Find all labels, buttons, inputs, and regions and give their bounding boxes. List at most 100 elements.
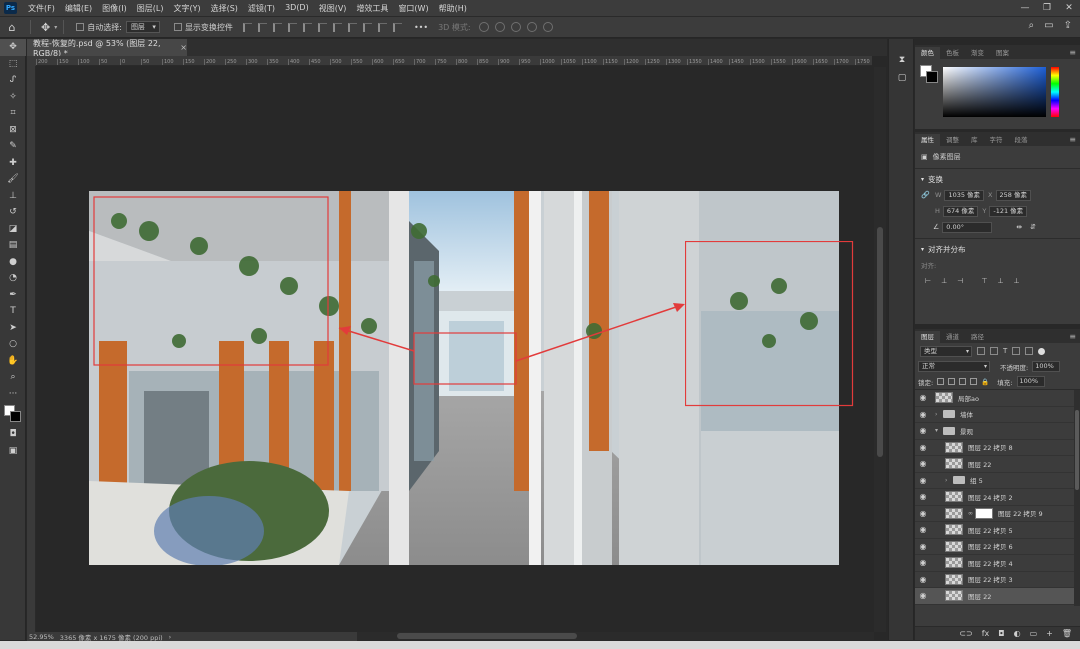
mask-icon[interactable]: ◘ bbox=[998, 629, 1004, 638]
layer-thumbnail[interactable] bbox=[945, 507, 963, 519]
flip-horizontal-icon[interactable]: ⇹ bbox=[1016, 223, 1022, 231]
color_panel-tab-3[interactable]: 图案 bbox=[990, 47, 1015, 59]
lock-position-icon[interactable] bbox=[959, 378, 967, 385]
distribute-middle-icon[interactable] bbox=[392, 22, 402, 32]
layers_panel-tab-0[interactable]: 图层 bbox=[915, 331, 940, 343]
more-options-button[interactable]: ••• bbox=[414, 23, 428, 32]
adjustment-icon[interactable]: ◐ bbox=[1014, 629, 1021, 638]
visibility-eye-icon[interactable]: ◉ bbox=[915, 459, 931, 468]
visibility-eye-icon[interactable]: ◉ bbox=[915, 525, 931, 534]
gradient-tool-icon[interactable]: ▤ bbox=[0, 237, 26, 254]
align-top-edges-icon[interactable]: ⊤ bbox=[981, 277, 987, 285]
distribute-left-icon[interactable] bbox=[332, 22, 342, 32]
lock-all-icon[interactable]: 🔒 bbox=[981, 378, 989, 386]
canvas-area[interactable] bbox=[37, 67, 872, 632]
status-arrow-icon[interactable]: › bbox=[169, 633, 172, 641]
align-left-edges-icon[interactable]: ⊢ bbox=[925, 277, 931, 285]
hand-tool-icon[interactable]: ✋ bbox=[0, 353, 26, 370]
close-window-button[interactable]: ✕ bbox=[1058, 0, 1080, 16]
workspace-icon[interactable]: ▭ bbox=[1044, 20, 1053, 31]
fill-field[interactable]: 100% bbox=[1016, 376, 1045, 387]
visibility-eye-icon[interactable]: ◉ bbox=[915, 558, 931, 567]
menu-item-8[interactable]: 视图(V) bbox=[314, 3, 352, 14]
filter-toggle-icon[interactable] bbox=[1038, 347, 1046, 355]
layer-row[interactable]: ◉ 图层 22 拷贝 8 bbox=[915, 440, 1080, 456]
visibility-eye-icon[interactable]: ◉ bbox=[915, 509, 931, 518]
new-layer-icon[interactable]: + bbox=[1046, 629, 1053, 638]
trash-icon[interactable]: 🗑 bbox=[1062, 629, 1072, 638]
search-icon[interactable]: ⌕ bbox=[1029, 20, 1035, 31]
type-tool-icon[interactable]: T bbox=[0, 303, 26, 320]
align-right-edges-icon[interactable]: ⊣ bbox=[957, 277, 963, 285]
vertical-scrollbar[interactable] bbox=[874, 67, 886, 632]
smart-object-thumbnail[interactable] bbox=[935, 392, 953, 404]
layer-thumbnail[interactable] bbox=[945, 540, 963, 552]
link-icon[interactable]: ⊂⊃ bbox=[959, 629, 972, 638]
zoom-tool-icon[interactable]: ⌕ bbox=[0, 369, 26, 386]
visibility-eye-icon[interactable]: ◉ bbox=[915, 443, 931, 452]
visibility-eye-icon[interactable]: ◉ bbox=[915, 393, 931, 402]
menu-item-10[interactable]: 窗口(W) bbox=[393, 3, 433, 14]
restore-button[interactable]: ❐ bbox=[1036, 0, 1058, 16]
pan-3d-icon[interactable] bbox=[510, 22, 521, 32]
menu-item-9[interactable]: 增效工具 bbox=[351, 3, 393, 14]
close-tab-icon[interactable]: × bbox=[180, 43, 187, 52]
panel-menu-icon[interactable]: ≡ bbox=[1069, 134, 1080, 146]
background-color-swatch[interactable] bbox=[10, 411, 21, 422]
dodge-tool-icon[interactable]: ◔ bbox=[0, 270, 26, 287]
zoom-level[interactable]: 52.95% bbox=[29, 633, 54, 641]
blur-tool-icon[interactable]: ● bbox=[0, 254, 26, 271]
filter-adjustment-icon[interactable] bbox=[990, 347, 998, 355]
align-bottom-edges-icon[interactable]: ⊥ bbox=[1014, 277, 1020, 285]
mask-link-icon[interactable]: ∞ bbox=[968, 510, 973, 517]
align-h-centers-icon[interactable]: ⊥ bbox=[941, 277, 947, 285]
group-icon[interactable]: ▭ bbox=[1030, 629, 1038, 638]
lock-transparent-icon[interactable] bbox=[937, 378, 945, 385]
layer-row[interactable]: ◉ › 墙体 bbox=[915, 407, 1080, 423]
chevron-right-icon[interactable]: › bbox=[945, 477, 953, 484]
color_panel-tab-0[interactable]: 颜色 bbox=[915, 47, 940, 59]
layer-thumbnail[interactable] bbox=[945, 573, 963, 585]
layer-thumbnail[interactable] bbox=[945, 441, 963, 453]
hue-slider[interactable] bbox=[1051, 67, 1059, 117]
roll-3d-icon[interactable] bbox=[494, 22, 505, 32]
color-field[interactable] bbox=[943, 67, 1046, 117]
link-proportions-icon[interactable]: 🔗 bbox=[921, 191, 935, 199]
marquee-tool-icon[interactable]: ⬚ bbox=[0, 56, 26, 73]
filter-pixel-icon[interactable] bbox=[977, 347, 985, 355]
properties_panel-tab-1[interactable]: 调整 bbox=[940, 134, 965, 146]
show-transform-checkbox[interactable] bbox=[173, 23, 182, 31]
pen-tool-icon[interactable]: ✒ bbox=[0, 287, 26, 304]
x-field[interactable]: 258 像素 bbox=[995, 189, 1031, 201]
ruler-corner[interactable] bbox=[27, 56, 36, 66]
panel-menu-icon[interactable]: ≡ bbox=[1069, 331, 1080, 343]
filter-type-icon[interactable]: T bbox=[1003, 347, 1007, 355]
align-middle-icon[interactable] bbox=[302, 22, 312, 32]
layer-row[interactable]: ◉ 图层 22 拷贝 6 bbox=[915, 539, 1080, 555]
shape-tool-icon[interactable]: ○ bbox=[0, 336, 26, 353]
share-icon[interactable]: ⇪ bbox=[1064, 20, 1072, 31]
height-field[interactable]: 674 像素 bbox=[942, 205, 979, 217]
layers_panel-tab-1[interactable]: 通道 bbox=[940, 331, 965, 343]
chevron-down-icon[interactable]: ▾ bbox=[935, 427, 943, 434]
layer-row[interactable]: ◉ 图层 22 bbox=[915, 456, 1080, 473]
eyedropper-tool-icon[interactable]: ✎ bbox=[0, 138, 26, 155]
align-v-centers-icon[interactable]: ⊥ bbox=[997, 277, 1003, 285]
chevron-down-icon[interactable]: ▾ bbox=[54, 24, 57, 31]
properties_panel-tab-0[interactable]: 属性 bbox=[915, 134, 940, 146]
align-bottom-icon[interactable] bbox=[317, 22, 327, 32]
vertical-ruler[interactable] bbox=[27, 66, 36, 632]
menu-item-6[interactable]: 滤镜(T) bbox=[243, 3, 280, 14]
layer-row[interactable]: ◉ 图层 22 拷贝 4 bbox=[915, 555, 1080, 572]
layer-row[interactable]: ◉ 图层 22 bbox=[915, 588, 1080, 605]
horizontal-ruler[interactable]: 200 150 100 50 0 50 100 150 200 250 300 350 400 450 50… bbox=[36, 56, 872, 66]
scale-3d-icon[interactable] bbox=[542, 22, 553, 32]
comments-panel-icon[interactable]: ▢ bbox=[889, 69, 915, 87]
layer-row[interactable]: ◉ 图层 22 拷贝 5 bbox=[915, 522, 1080, 539]
fx-icon[interactable]: fx bbox=[982, 629, 990, 638]
color-swatches[interactable] bbox=[0, 402, 26, 426]
transform-section[interactable]: ▾ 变换 bbox=[915, 172, 1080, 187]
layer-thumbnail[interactable] bbox=[945, 590, 963, 602]
y-field[interactable]: -121 像素 bbox=[989, 205, 1028, 217]
path-selection-tool-icon[interactable]: ➤ bbox=[0, 320, 26, 337]
